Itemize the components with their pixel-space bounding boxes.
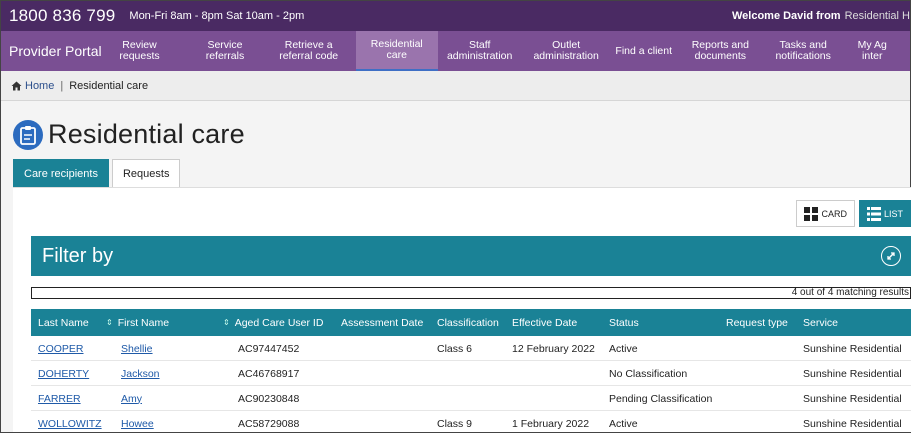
last-name-link[interactable]: WOLLOWITZ (38, 418, 102, 430)
welcome-text: Welcome David from (731, 10, 841, 22)
first-name-link[interactable]: Shellie (121, 343, 153, 355)
nav-outlet-administration[interactable]: Outlet administration (527, 31, 606, 71)
nav-retrieve-referral-code[interactable]: Retrieve a referral code (269, 31, 348, 71)
clipboard-icon (13, 119, 43, 150)
card-view-button[interactable]: CARD (796, 200, 855, 227)
table-header-row: Last Name ⇕ First Name ⇕ Aged Care User … (31, 309, 911, 336)
care-recipients-panel: CARD LIST Filter by 4 out of 4 matching … (13, 187, 911, 432)
tab-care-recipients[interactable]: Care recipients (13, 159, 109, 187)
nav-my-aged-care[interactable]: My Ag inter (854, 31, 910, 71)
column-header-first-name[interactable]: ⇕ First Name (106, 309, 169, 336)
breadcrumb-separator: | (60, 79, 64, 92)
breadcrumb-current: Residential care (69, 79, 149, 92)
welcome-message: Welcome David from Residential H (732, 1, 910, 31)
breadcrumb-home-link[interactable]: Home (11, 80, 54, 92)
aged-care-user-id: AC46768917 (238, 367, 300, 380)
view-toggle: CARD LIST (792, 200, 911, 227)
home-icon (11, 81, 22, 90)
last-name-link[interactable]: FARRER (38, 393, 81, 405)
table-row: COOPER Shellie AC97447452 Class 6 12 Feb… (31, 336, 911, 361)
column-header-classification[interactable]: Classification (437, 309, 499, 336)
service: Sunshine Residential (803, 342, 902, 355)
care-recipients-table: Last Name ⇕ First Name ⇕ Aged Care User … (31, 309, 911, 433)
filter-panel-header[interactable]: Filter by (31, 236, 911, 276)
list-view-button[interactable]: LIST (858, 200, 911, 227)
nav-review-requests[interactable]: Review requests (110, 31, 168, 71)
phone-number: 1800 836 799 (9, 6, 116, 25)
list-icon (866, 206, 881, 221)
sort-icon: ⇕ (223, 317, 230, 327)
aged-care-user-id: AC90230848 (238, 392, 300, 405)
table-row: WOLLOWITZ Howee AC58729088 Class 9 1 Feb… (31, 411, 911, 433)
organisation-name: Residential H (844, 10, 910, 22)
expand-icon[interactable] (881, 246, 901, 266)
nav-reports-and-documents[interactable]: Reports and documents (681, 31, 760, 71)
aged-care-user-id: AC97447452 (238, 342, 300, 355)
column-header-request-type[interactable]: Request type (726, 309, 788, 336)
first-name-link[interactable]: Jackson (121, 368, 160, 380)
effective-date: 1 February 2022 (512, 417, 590, 430)
column-header-assessment-date[interactable]: Assessment Date (341, 309, 423, 336)
status: Pending Classification (609, 392, 713, 405)
last-name-link[interactable]: COOPER (38, 343, 84, 355)
opening-hours: Mon-Fri 8am - 8pm Sat 10am - 2pm (129, 10, 305, 22)
service: Sunshine Residential (803, 367, 902, 380)
main-content: Residential care Care recipients Request… (1, 101, 911, 432)
card-view-label: CARD (821, 208, 847, 219)
nav-residential-care[interactable]: Residential care (356, 31, 438, 71)
column-header-service[interactable]: Service (803, 309, 838, 336)
breadcrumb: Home | Residential care (1, 71, 910, 101)
column-header-aged-care-user-id[interactable]: ⇕ Aged Care User ID (223, 309, 323, 336)
status: No Classification (609, 367, 688, 380)
main-navigation: Provider Portal Review requests Service … (1, 31, 910, 71)
aged-care-user-id: AC58729088 (238, 417, 300, 430)
nav-staff-administration[interactable]: Staff administration (438, 31, 522, 71)
column-header-status[interactable]: Status (609, 309, 639, 336)
top-bar: 1800 836 799 Mon-Fri 8am - 8pm Sat 10am … (1, 1, 910, 31)
tab-bar: Care recipients Requests (13, 159, 183, 187)
sort-icon: ⇕ (106, 317, 113, 327)
effective-date: 12 February 2022 (512, 342, 595, 355)
filter-title: Filter by (42, 244, 114, 267)
results-count-text: 4 out of 4 matching results (791, 287, 909, 298)
column-header-effective-date[interactable]: Effective Date (512, 309, 577, 336)
tab-requests[interactable]: Requests (111, 159, 181, 187)
nav-tasks-and-notifications[interactable]: Tasks and notifications (766, 31, 841, 71)
service: Sunshine Residential (803, 417, 902, 430)
first-name-link[interactable]: Amy (121, 393, 142, 405)
table-row: FARRER Amy AC90230848 Pending Classifica… (31, 386, 911, 411)
page-header: Residential care (13, 119, 245, 150)
table-row: DOHERTY Jackson AC46768917 No Classifica… (31, 361, 911, 386)
nav-find-a-client[interactable]: Find a client (610, 31, 678, 71)
service: Sunshine Residential (803, 392, 902, 405)
provider-portal-brand[interactable]: Provider Portal (1, 31, 110, 71)
status: Active (609, 342, 638, 355)
classification: Class 9 (437, 417, 473, 430)
list-view-label: LIST (883, 208, 903, 219)
results-count: 4 out of 4 matching results (31, 287, 911, 299)
breadcrumb-home-label: Home (25, 79, 55, 92)
column-header-last-name[interactable]: Last Name (38, 309, 89, 336)
first-name-link[interactable]: Howee (121, 418, 154, 430)
page-title: Residential care (48, 119, 245, 149)
status: Active (609, 417, 638, 430)
nav-service-referrals[interactable]: Service referrals (186, 31, 265, 71)
last-name-link[interactable]: DOHERTY (38, 368, 89, 380)
grid-icon (804, 206, 819, 221)
classification: Class 6 (437, 342, 473, 355)
